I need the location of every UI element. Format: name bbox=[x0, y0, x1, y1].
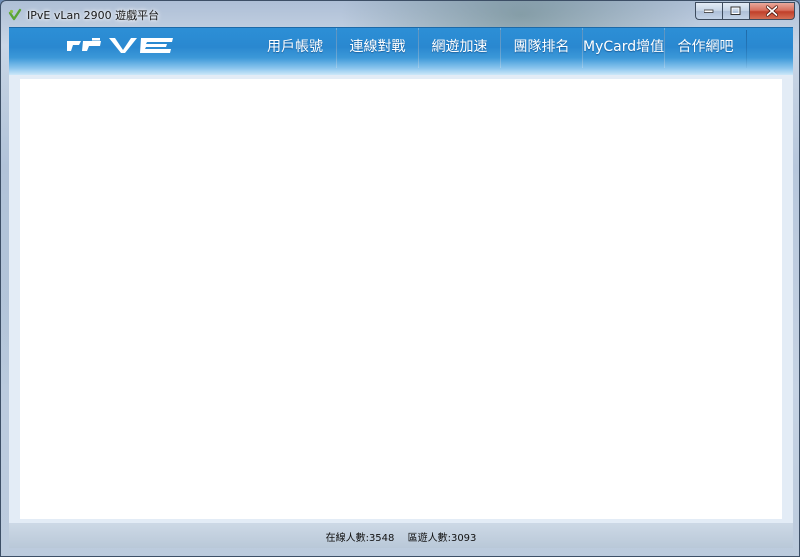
nav-item-label: 連線對戰 bbox=[349, 39, 406, 55]
content-area[interactable] bbox=[20, 79, 782, 519]
title-bar[interactable]: IPvE vLan 2900 遊戲平台 bbox=[1, 1, 799, 27]
close-button[interactable] bbox=[749, 2, 795, 20]
minimize-button[interactable] bbox=[695, 2, 722, 20]
status-text: 在線人數:3548 區遊人數:3093 bbox=[9, 529, 793, 544]
nav-item-account[interactable]: 用戶帳號 bbox=[254, 28, 337, 68]
close-icon bbox=[766, 5, 778, 17]
minimize-icon bbox=[704, 9, 714, 13]
nav-item-mycard-topup[interactable]: MyCard增值 bbox=[582, 28, 665, 68]
maximize-button[interactable] bbox=[722, 2, 749, 20]
app-window: IPvE vLan 2900 遊戲平台 用戶帳號 連線對戰 網遊加速 團隊排名 … bbox=[0, 0, 800, 557]
nav-item-label: 團隊排名 bbox=[513, 39, 570, 55]
nav-item-game-acceleration[interactable]: 網遊加速 bbox=[418, 28, 501, 68]
nav-item-label: MyCard增值 bbox=[583, 39, 665, 55]
nav-item-online-battle[interactable]: 連線對戰 bbox=[336, 28, 419, 68]
caption-buttons bbox=[695, 2, 795, 21]
online-count: 在線人數:3548 bbox=[325, 533, 395, 544]
nav-item-label: 用戶帳號 bbox=[267, 39, 323, 55]
ipve-logo bbox=[67, 35, 175, 57]
maximize-icon bbox=[730, 6, 741, 15]
app-icon bbox=[8, 7, 22, 21]
window-title: IPvE vLan 2900 遊戲平台 bbox=[27, 9, 160, 22]
room-count: 區遊人數:3093 bbox=[407, 533, 477, 544]
content-frame bbox=[9, 75, 793, 523]
nav-item-label: 網遊加速 bbox=[431, 39, 488, 55]
main-nav: 用戶帳號 連線對戰 網遊加速 團隊排名 MyCard增值 合作網吧 bbox=[254, 28, 747, 76]
nav-item-label: 合作網吧 bbox=[677, 39, 734, 55]
app-header: 用戶帳號 連線對戰 網遊加速 團隊排名 MyCard增值 合作網吧 bbox=[9, 27, 793, 76]
status-bar: 在線人數:3548 區遊人數:3093 bbox=[9, 523, 793, 548]
nav-item-team-ranking[interactable]: 團隊排名 bbox=[500, 28, 583, 68]
nav-item-partner-cafes[interactable]: 合作網吧 bbox=[664, 28, 747, 68]
